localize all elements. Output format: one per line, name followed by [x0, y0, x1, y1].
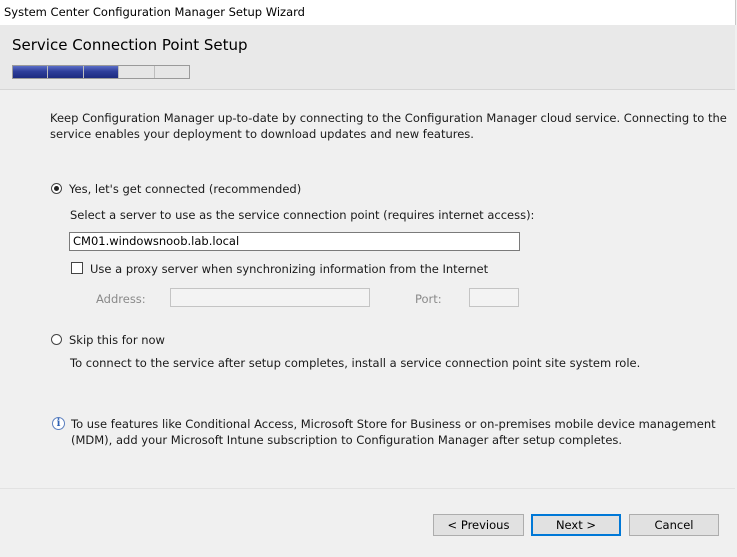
window-title: System Center Configuration Manager Setu…: [4, 5, 305, 19]
next-button[interactable]: Next >: [531, 514, 621, 536]
skip-note: To connect to the service after setup co…: [70, 356, 641, 370]
connect-radio-label[interactable]: Yes, let's get connected (recommended): [69, 182, 301, 196]
page-title: Service Connection Point Setup: [12, 36, 248, 54]
intro-text-line2: service enables your deployment to downl…: [50, 127, 474, 141]
previous-button[interactable]: < Previous: [433, 514, 524, 536]
intro-text-line1: Keep Configuration Manager up-to-date by…: [50, 111, 727, 125]
port-label: Port:: [415, 292, 442, 306]
proxy-checkbox-label[interactable]: Use a proxy server when synchronizing in…: [90, 262, 488, 276]
server-prompt: Select a server to use as the service co…: [70, 208, 535, 222]
info-text-line2: (MDM), add your Microsoft Intune subscri…: [71, 433, 623, 447]
proxy-address-input[interactable]: [170, 288, 370, 307]
address-label: Address:: [96, 292, 146, 306]
window-titlebar: System Center Configuration Manager Setu…: [0, 0, 736, 25]
progress-step: [48, 66, 83, 78]
progress-step: [119, 66, 154, 78]
cancel-button[interactable]: Cancel: [629, 514, 719, 536]
info-icon: i: [52, 417, 65, 430]
wizard-footer: [0, 488, 735, 557]
progress-step: [154, 66, 190, 78]
progress-step: [83, 66, 119, 78]
wizard-progress-bar: [12, 65, 190, 79]
wizard-header: Service Connection Point Setup: [0, 25, 735, 90]
proxy-port-input[interactable]: [469, 288, 519, 307]
progress-step: [13, 66, 48, 78]
skip-radio-label[interactable]: Skip this for now: [69, 333, 165, 347]
skip-radio[interactable]: [51, 334, 62, 345]
connect-radio[interactable]: [51, 183, 62, 194]
info-text-line1: To use features like Conditional Access,…: [71, 417, 716, 431]
server-name-input[interactable]: CM01.windowsnoob.lab.local: [69, 232, 520, 251]
proxy-checkbox[interactable]: [71, 262, 83, 274]
